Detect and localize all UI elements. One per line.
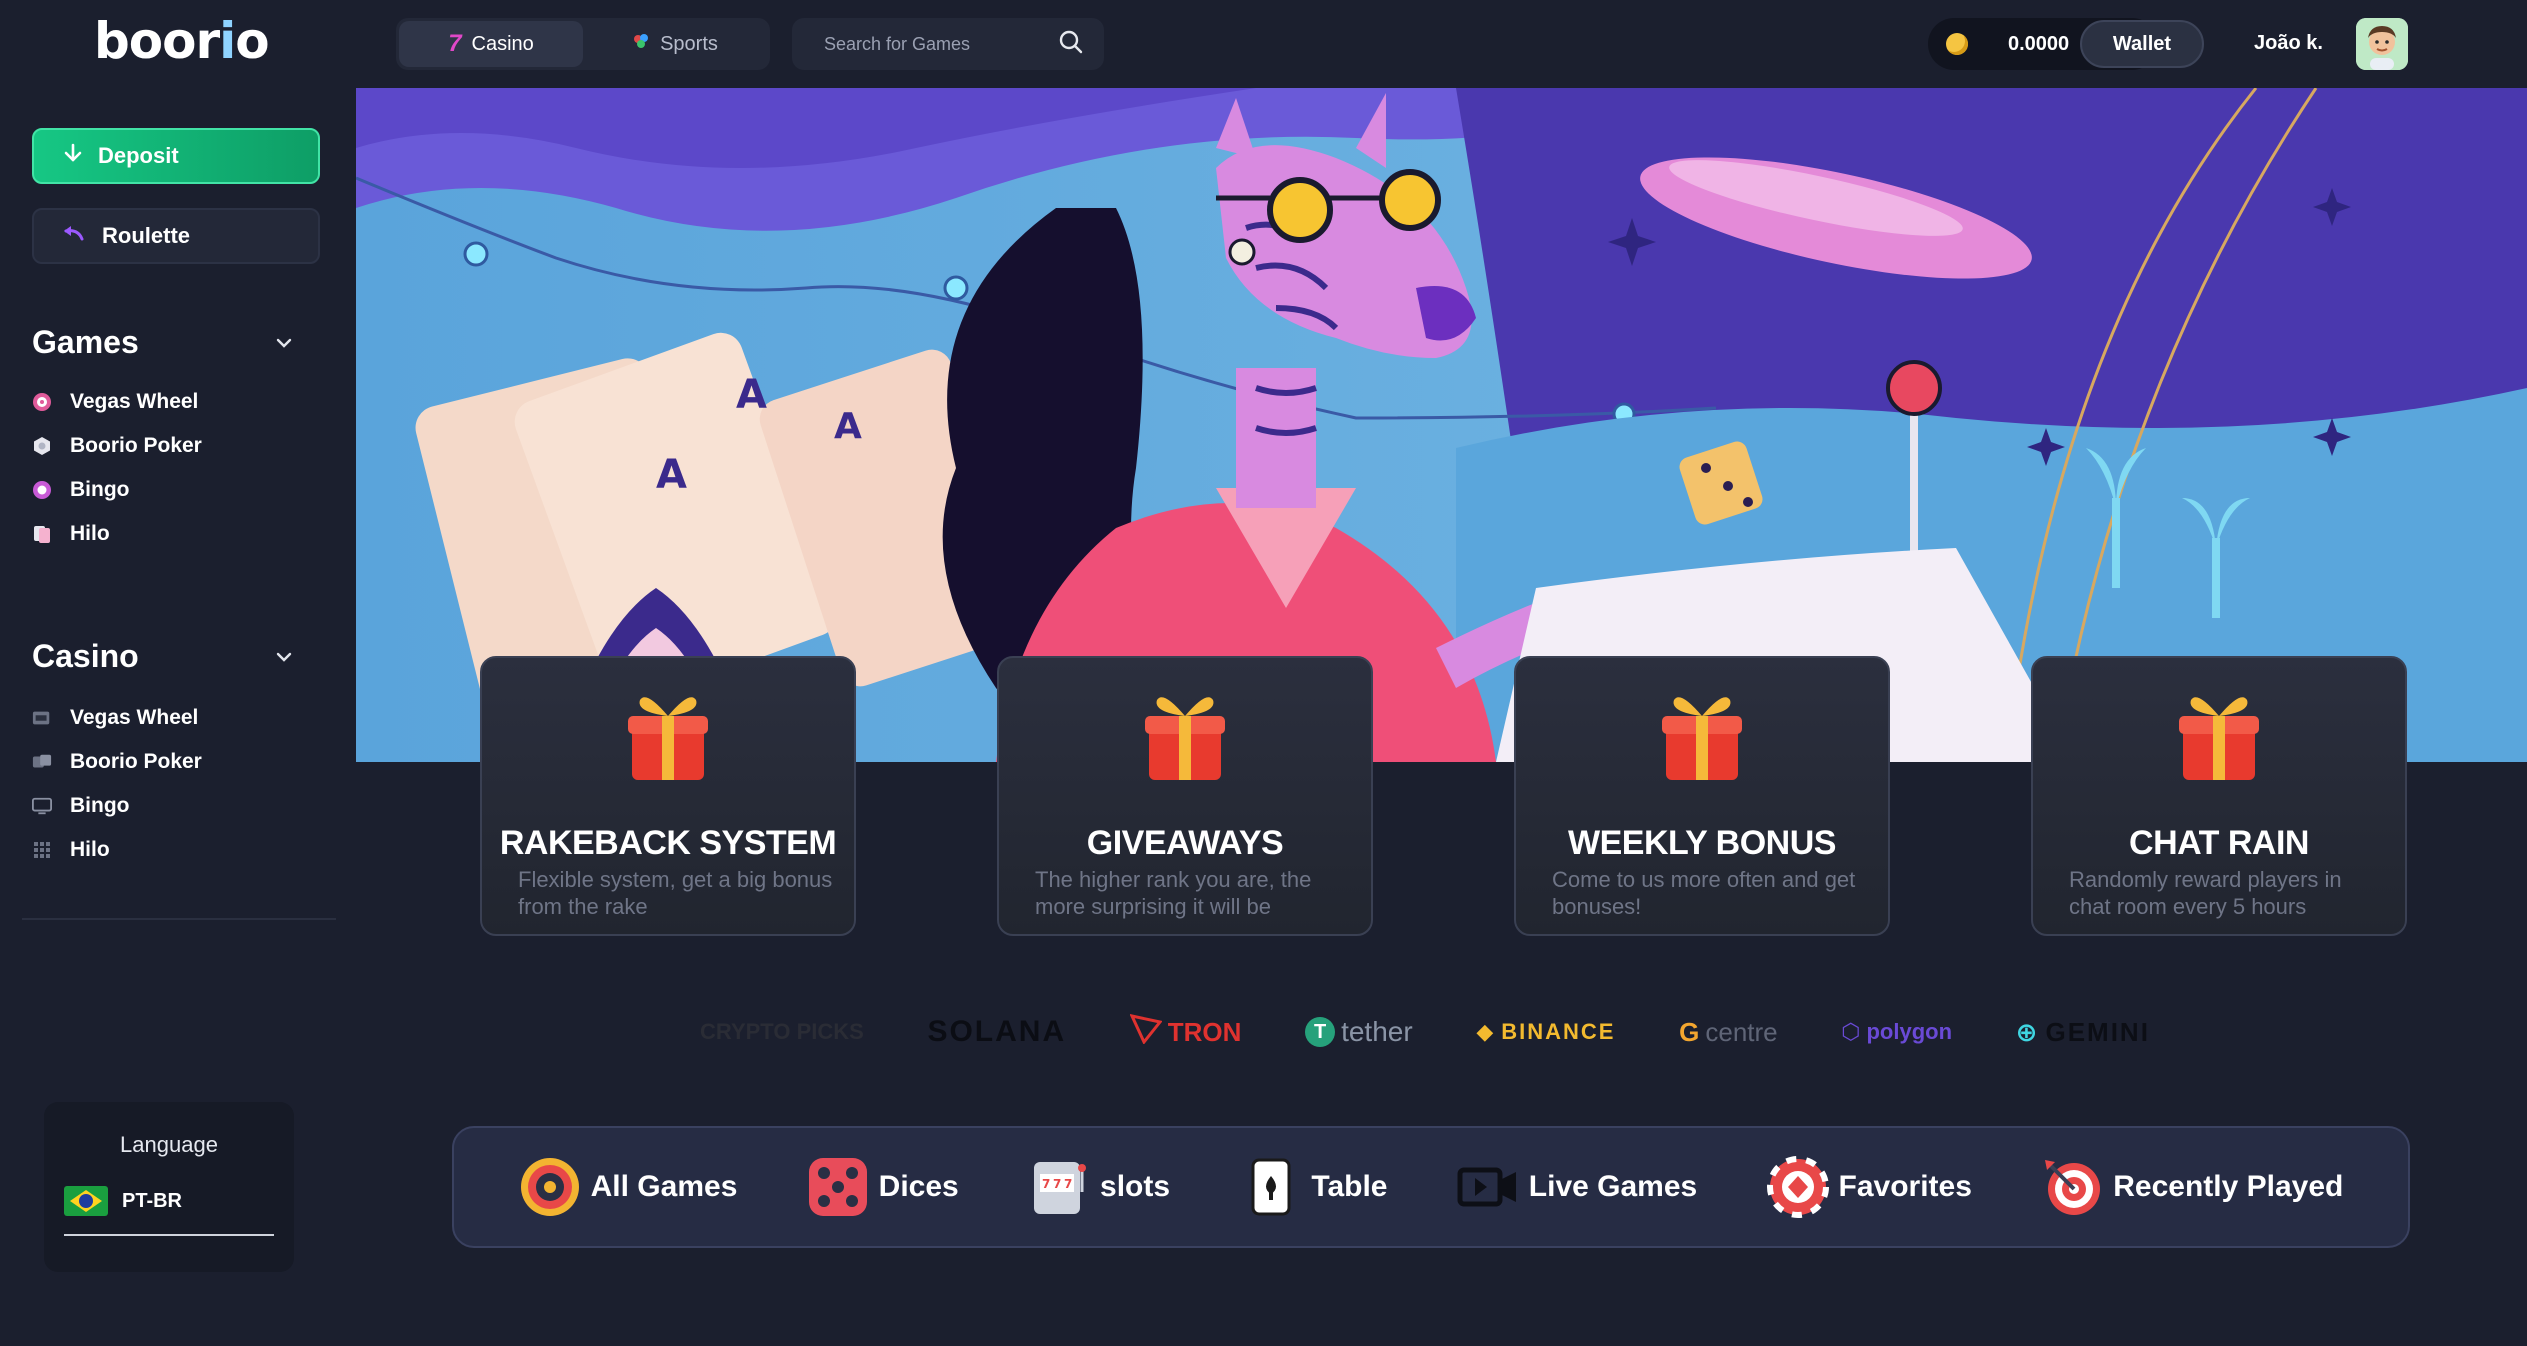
polygon-icon: ⬡ xyxy=(1841,1019,1861,1044)
sidebar-item-casino-boorio-poker[interactable]: Boorio Poker xyxy=(32,740,202,784)
category-slots[interactable]: 777 slots xyxy=(1028,1156,1170,1218)
svg-text:7: 7 xyxy=(1042,1177,1050,1191)
category-favorites[interactable]: Favorites xyxy=(1766,1156,1972,1218)
search-bar xyxy=(792,18,1104,70)
feature-card-weekly-bonus[interactable]: WEEKLY BONUS Come to us more often and g… xyxy=(1514,656,1890,936)
chevron-down-icon xyxy=(276,646,292,667)
partner-tron: TRON xyxy=(1129,1013,1241,1051)
cards-icon xyxy=(32,524,52,544)
partner-crypto-picks: CRYPTO PICKS xyxy=(700,1019,864,1044)
gift-icon xyxy=(1662,697,1742,780)
sidebar-item-casino-vegas-wheel[interactable]: Vegas Wheel xyxy=(32,696,202,740)
avatar[interactable] xyxy=(2356,18,2408,70)
boorio-logo[interactable]: boorio xyxy=(94,12,270,70)
poker-chip-icon xyxy=(32,436,52,456)
brazil-flag-icon xyxy=(64,1186,108,1216)
roulette-button[interactable]: Roulette xyxy=(32,208,320,264)
partner-polygon: ⬡ polygon xyxy=(1841,1019,1953,1044)
partner-binance: ◆ BINANCE xyxy=(1476,1019,1616,1044)
partner-gemini: ⊕ GEMINI xyxy=(2015,1016,2150,1047)
partner-tether: T tether xyxy=(1305,1016,1413,1048)
seven-icon: 7 xyxy=(448,30,462,57)
arrow-down-icon xyxy=(62,142,84,170)
game-category-bar: All Games Dices 777 slots Table Live Gam… xyxy=(452,1126,2410,1248)
feature-description: Flexible system, get a big bonus from th… xyxy=(518,867,833,919)
slot-machine-icon xyxy=(32,708,52,728)
sidebar-item-hilo[interactable]: Hilo xyxy=(32,512,202,556)
category-table[interactable]: Table xyxy=(1239,1156,1388,1218)
sidebar-item-casino-bingo[interactable]: Bingo xyxy=(32,784,202,828)
sidebar-item-vegas-wheel[interactable]: Vegas Wheel xyxy=(32,380,202,424)
sports-tab[interactable]: Sports xyxy=(583,21,767,67)
svg-text:A: A xyxy=(834,406,862,447)
gift-icon xyxy=(1145,697,1225,780)
partner-solana: SOLANA xyxy=(927,1015,1067,1048)
language-title: Language xyxy=(120,1132,218,1157)
playing-card-icon xyxy=(1239,1156,1301,1218)
monitor-icon xyxy=(32,796,52,816)
category-live-games[interactable]: Live Games xyxy=(1457,1156,1697,1218)
feature-card-chat-rain[interactable]: CHAT RAIN Randomly reward players in cha… xyxy=(2031,656,2407,936)
tether-icon: T xyxy=(1305,1017,1336,1047)
svg-text:A: A xyxy=(736,372,767,418)
games-section-header[interactable]: Games xyxy=(32,324,292,361)
slot-machine-icon: 777 xyxy=(1028,1156,1090,1218)
sidebar-item-casino-hilo[interactable]: Hilo xyxy=(32,828,202,872)
search-input[interactable] xyxy=(824,33,1058,55)
feature-description: Randomly reward players in chat room eve… xyxy=(2069,867,2342,919)
language-divider xyxy=(64,1234,274,1236)
feature-description: Come to us more often and get bonuses! xyxy=(1552,867,1856,919)
games-list: Vegas Wheel Boorio Poker Bingo Hilo xyxy=(32,380,202,556)
svg-text:A: A xyxy=(656,452,687,498)
sidebar-item-boorio-poker[interactable]: Boorio Poker xyxy=(32,424,202,468)
casino-list: Vegas Wheel Boorio Poker Bingo Hilo xyxy=(32,696,202,872)
top-bar: boorio 7 Casino Sports 0.0000 Wallet Joã… xyxy=(0,0,2527,88)
gemini-icon: ⊕ xyxy=(2015,1016,2040,1047)
sidebar-divider xyxy=(22,918,336,920)
sidebar-item-bingo[interactable]: Bingo xyxy=(32,468,202,512)
target-icon xyxy=(2041,1156,2103,1218)
wheel-icon xyxy=(32,392,52,412)
grid-icon xyxy=(32,840,52,860)
feature-title: RAKEBACK SYSTEM xyxy=(499,824,837,862)
video-camera-icon xyxy=(1457,1156,1519,1218)
roulette-wheel-icon xyxy=(519,1156,581,1218)
coin-icon xyxy=(1946,33,1968,55)
bingo-ball-icon xyxy=(32,480,52,500)
language-selector[interactable]: Language PT-BR xyxy=(44,1102,294,1272)
mode-toggle: 7 Casino Sports xyxy=(396,18,770,70)
sports-ball-icon xyxy=(632,32,650,56)
tron-icon xyxy=(1129,1013,1163,1051)
roulette-arrow-icon xyxy=(62,223,84,249)
feature-card-rakeback[interactable]: RAKEBACK SYSTEM Flexible system, get a b… xyxy=(480,656,856,936)
category-all-games[interactable]: All Games xyxy=(519,1156,737,1218)
feature-title: WEEKLY BONUS xyxy=(1568,824,1836,862)
wallet-button[interactable]: Wallet xyxy=(2080,20,2204,68)
search-icon[interactable] xyxy=(1058,29,1084,60)
feature-title: GIVEAWAYS xyxy=(1086,824,1284,862)
deposit-button[interactable]: Deposit xyxy=(32,128,320,184)
feature-title: CHAT RAIN xyxy=(2129,824,2309,862)
casino-section-header[interactable]: Casino xyxy=(32,638,292,675)
dice-icon xyxy=(807,1156,869,1218)
binance-icon: ◆ xyxy=(1476,1019,1496,1044)
centre-icon: G xyxy=(1679,1016,1700,1047)
feature-card-giveaways[interactable]: GIVEAWAYS The higher rank you are, the m… xyxy=(997,656,1373,936)
casino-tab[interactable]: 7 Casino xyxy=(399,21,583,67)
gift-icon xyxy=(628,697,708,780)
partner-centre: G centre xyxy=(1679,1016,1778,1047)
gift-icon xyxy=(2179,697,2259,780)
poker-chip-icon xyxy=(1766,1156,1829,1218)
partner-logos: CRYPTO PICKS SOLANA TRON T tether ◆ BINA… xyxy=(700,1002,2150,1062)
dice-icon xyxy=(32,752,52,772)
svg-text:7: 7 xyxy=(1053,1177,1061,1191)
username[interactable]: João k. xyxy=(2254,32,2323,55)
chevron-down-icon xyxy=(276,332,292,353)
svg-text:7: 7 xyxy=(1064,1177,1072,1191)
language-option-current[interactable]: PT-BR xyxy=(64,1186,182,1216)
feature-description: The higher rank you are, the more surpri… xyxy=(1035,867,1312,919)
category-dices[interactable]: Dices xyxy=(807,1156,959,1218)
balance-amount: 0.0000 xyxy=(2008,32,2070,55)
category-recently-played[interactable]: Recently Played xyxy=(2041,1156,2343,1218)
